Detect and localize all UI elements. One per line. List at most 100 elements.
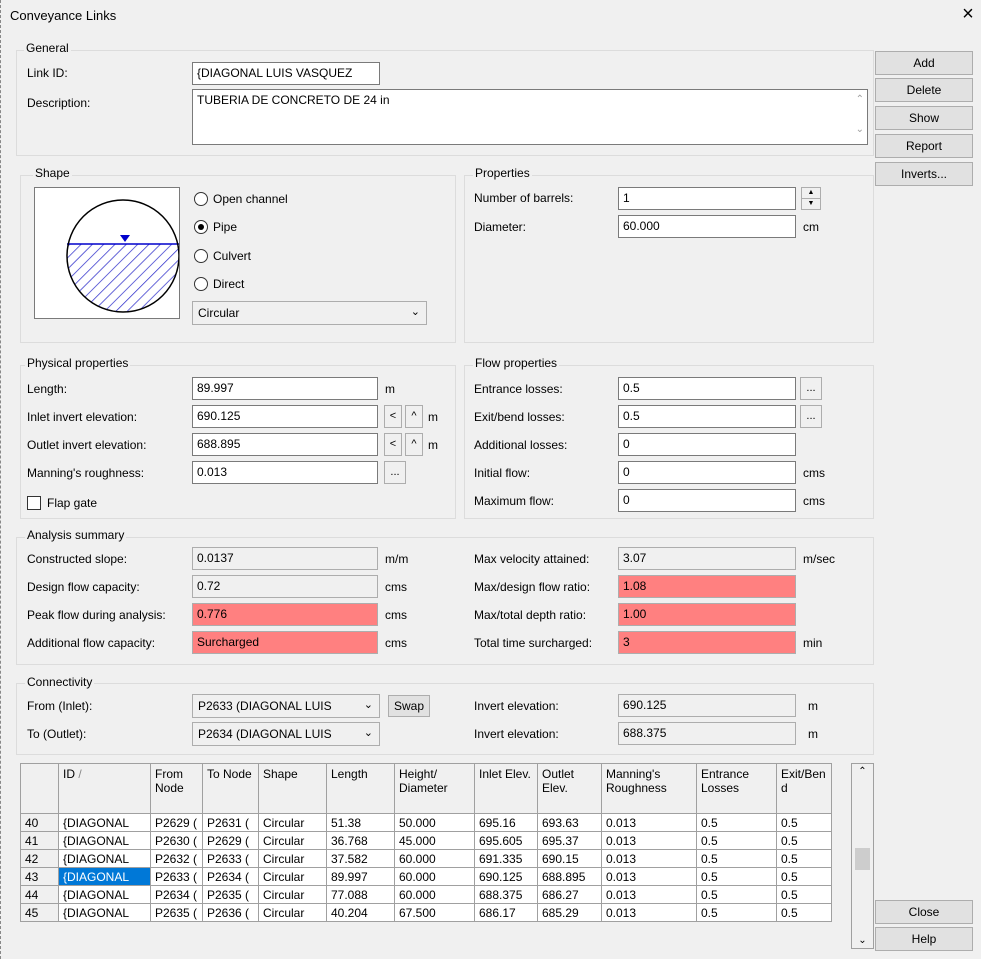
delete-button[interactable]: Delete (875, 78, 973, 102)
scroll-up-icon[interactable]: ⌃ (852, 766, 873, 777)
manning-ellipsis-button[interactable]: ... (384, 461, 406, 484)
cell-manning[interactable]: 0.013 (601, 867, 697, 886)
cell-from-node[interactable]: P2632 ( (150, 849, 203, 868)
culvert-radio[interactable] (194, 249, 208, 263)
window-close-button[interactable]: × (958, 4, 978, 24)
column-header-entrance[interactable]: Entrance Losses (696, 763, 777, 814)
cell-from-node[interactable]: P2633 ( (150, 867, 203, 886)
entrance-ellipsis-button[interactable]: ... (800, 377, 822, 400)
cell-shape[interactable]: Circular (258, 831, 327, 850)
inlet-left-arrow-button[interactable]: < (384, 405, 402, 428)
barrels-field[interactable]: 1 (618, 187, 796, 210)
cell-row-number[interactable]: 41 (20, 831, 59, 850)
additional-losses-field[interactable]: 0 (618, 433, 796, 456)
cell-from-node[interactable]: P2634 ( (150, 885, 203, 904)
cell-height[interactable]: 60.000 (394, 885, 475, 904)
cell-exit[interactable]: 0.5 (776, 849, 832, 868)
cell-id[interactable]: {DIAGONAL (58, 867, 151, 886)
section-shape-select[interactable]: Circular ⌄ (192, 301, 427, 325)
cell-length[interactable]: 77.088 (326, 885, 395, 904)
cell-manning[interactable]: 0.013 (601, 903, 697, 922)
cell-exit[interactable]: 0.5 (776, 867, 832, 886)
cell-inlet-elev[interactable]: 695.605 (474, 831, 538, 850)
table-row[interactable]: 44 {DIAGONAL P2634 (P2635 (Circular 77.088 6… (20, 885, 832, 904)
cell-exit[interactable]: 0.5 (776, 813, 832, 832)
inlet-elevation-field[interactable]: 690.125 (192, 405, 378, 428)
cell-height[interactable]: 60.000 (394, 867, 475, 886)
table-row[interactable]: 43 {DIAGONAL P2633 (P2634 (Circular 89.997 6… (20, 867, 832, 886)
links-table[interactable]: ID / From Node To Node Shape Length Heig… (20, 763, 832, 922)
scroll-down-icon[interactable]: ⌄ (856, 124, 864, 135)
cell-height[interactable]: 67.500 (394, 903, 475, 922)
spin-up-icon[interactable]: ▲ (802, 188, 820, 199)
cell-outlet-elev[interactable]: 686.27 (537, 885, 602, 904)
column-header-height[interactable]: Height/ Diameter (394, 763, 475, 814)
cell-shape[interactable]: Circular (258, 903, 327, 922)
cell-to-node[interactable]: P2629 ( (202, 831, 259, 850)
scroll-up-icon[interactable]: ⌃ (856, 94, 864, 105)
barrels-spinner[interactable]: ▲ ▼ (801, 187, 821, 210)
outlet-up-arrow-button[interactable]: ^ (405, 433, 423, 456)
cell-from-node[interactable]: P2635 ( (150, 903, 203, 922)
cell-shape[interactable]: Circular (258, 849, 327, 868)
spin-down-icon[interactable]: ▼ (802, 199, 820, 209)
cell-from-node[interactable]: P2630 ( (150, 831, 203, 850)
cell-length[interactable]: 40.204 (326, 903, 395, 922)
cell-id[interactable]: {DIAGONAL (58, 885, 151, 904)
close-button[interactable]: Close (875, 900, 973, 924)
cell-outlet-elev[interactable]: 688.895 (537, 867, 602, 886)
open-channel-radio[interactable] (194, 192, 208, 206)
cell-outlet-elev[interactable]: 685.29 (537, 903, 602, 922)
cell-length[interactable]: 89.997 (326, 867, 395, 886)
add-button[interactable]: Add (875, 51, 973, 75)
table-scrollbar[interactable]: ⌃ ⌄ (851, 763, 874, 949)
entrance-losses-field[interactable]: 0.5 (618, 377, 796, 400)
cell-inlet-elev[interactable]: 691.335 (474, 849, 538, 868)
table-row[interactable]: 45 {DIAGONAL P2635 (P2636 (Circular 40.204 6… (20, 903, 832, 922)
inverts-button[interactable]: Inverts... (875, 162, 973, 186)
cell-outlet-elev[interactable]: 690.15 (537, 849, 602, 868)
cell-id[interactable]: {DIAGONAL (58, 849, 151, 868)
cell-shape[interactable]: Circular (258, 885, 327, 904)
report-button[interactable]: Report (875, 134, 973, 158)
column-header-from-node[interactable]: From Node (150, 763, 203, 814)
cell-entrance[interactable]: 0.5 (696, 903, 777, 922)
cell-to-node[interactable]: P2636 ( (202, 903, 259, 922)
cell-row-number[interactable]: 43 (20, 867, 59, 886)
cell-row-number[interactable]: 44 (20, 885, 59, 904)
cell-from-node[interactable]: P2629 ( (150, 813, 203, 832)
direct-radio[interactable] (194, 277, 208, 291)
table-row[interactable]: 42 {DIAGONAL P2632 (P2633 (Circular 37.582 6… (20, 849, 832, 868)
cell-length[interactable]: 37.582 (326, 849, 395, 868)
inlet-up-arrow-button[interactable]: ^ (405, 405, 423, 428)
cell-manning[interactable]: 0.013 (601, 831, 697, 850)
outlet-elevation-field[interactable]: 688.895 (192, 433, 378, 456)
manning-field[interactable]: 0.013 (192, 461, 378, 484)
cell-exit[interactable]: 0.5 (776, 885, 832, 904)
cell-row-number[interactable]: 40 (20, 813, 59, 832)
column-header-length[interactable]: Length (326, 763, 395, 814)
column-header-outlet-elev[interactable]: Outlet Elev. (537, 763, 602, 814)
cell-manning[interactable]: 0.013 (601, 813, 697, 832)
flap-gate-checkbox[interactable] (27, 496, 41, 510)
scrollbar-thumb[interactable] (855, 848, 870, 870)
cell-entrance[interactable]: 0.5 (696, 831, 777, 850)
cell-id[interactable]: {DIAGONAL (58, 903, 151, 922)
cell-row-number[interactable]: 42 (20, 849, 59, 868)
description-field[interactable]: TUBERIA DE CONCRETO DE 24 in ⌃ ⌄ (192, 89, 868, 145)
scroll-down-icon[interactable]: ⌄ (852, 935, 873, 946)
column-header-rownum[interactable] (20, 763, 59, 814)
initial-flow-field[interactable]: 0 (618, 461, 796, 484)
cell-inlet-elev[interactable]: 688.375 (474, 885, 538, 904)
cell-height[interactable]: 45.000 (394, 831, 475, 850)
exit-ellipsis-button[interactable]: ... (800, 405, 822, 428)
cell-entrance[interactable]: 0.5 (696, 885, 777, 904)
cell-inlet-elev[interactable]: 690.125 (474, 867, 538, 886)
cell-length[interactable]: 51.38 (326, 813, 395, 832)
diameter-field[interactable]: 60.000 (618, 215, 796, 238)
cell-height[interactable]: 60.000 (394, 849, 475, 868)
cell-to-node[interactable]: P2635 ( (202, 885, 259, 904)
max-flow-field[interactable]: 0 (618, 489, 796, 512)
swap-button[interactable]: Swap (388, 695, 430, 717)
cell-outlet-elev[interactable]: 693.63 (537, 813, 602, 832)
